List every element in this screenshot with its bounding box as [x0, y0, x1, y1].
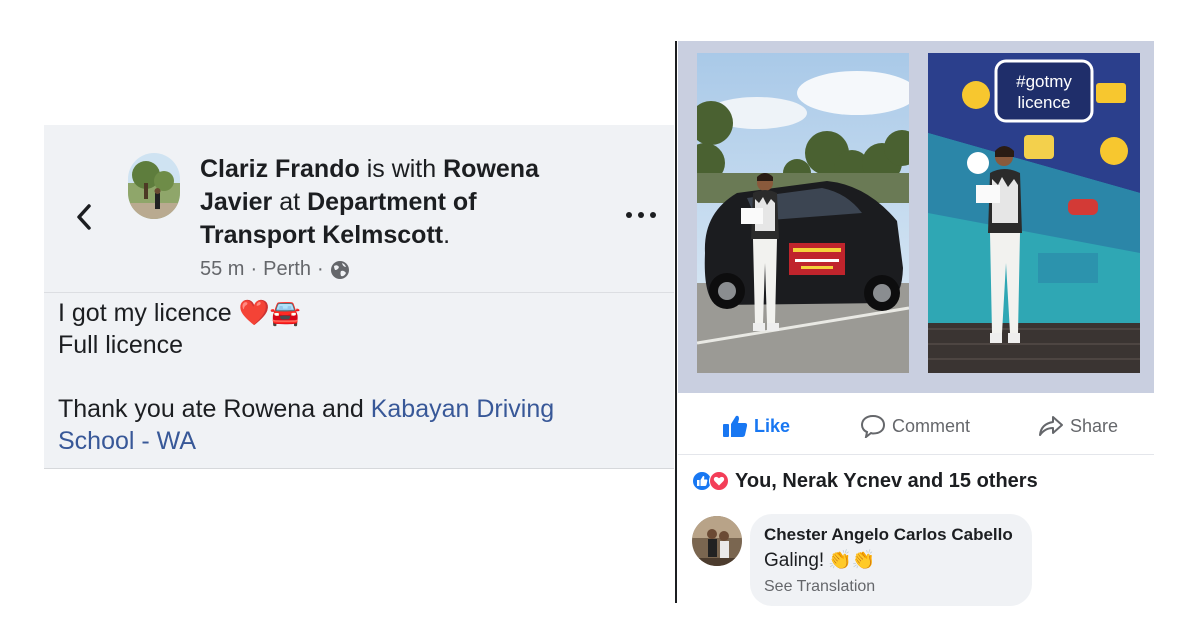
heart-car-emoji: ❤️🚘 [238, 299, 301, 327]
driving-school-link-line2[interactable]: School - WA [58, 425, 658, 457]
commenter-name[interactable]: Chester Angelo Carlos Cabello [764, 525, 1018, 545]
post-header: Clariz Frando is with Rowena Javier at D… [44, 125, 674, 293]
comment-button[interactable]: Comment [860, 413, 970, 439]
post-meta: 55 m · Perth · [200, 258, 350, 281]
comment-body: Galing! [764, 550, 825, 571]
more-dot [626, 212, 632, 218]
comment-text: Galing! 👏👏 [764, 547, 1018, 575]
photo-gotmylicence[interactable]: #gotmy licence [928, 53, 1140, 373]
author-name[interactable]: Clariz Frando [200, 155, 360, 183]
post-title: Clariz Frando is with Rowena Javier at D… [200, 153, 600, 252]
see-translation-link[interactable]: See Translation [764, 576, 1018, 598]
comment-label: Comment [892, 415, 971, 436]
post-time[interactable]: 55 m [200, 258, 244, 281]
sign-line2: licence [1018, 93, 1071, 112]
reactions-text: You, Nerak Ycnev and 15 others [735, 469, 1038, 492]
clapping-emoji: 👏👏 [828, 550, 876, 571]
post-panel: Clariz Frando is with Rowena Javier at D… [44, 125, 674, 469]
share-label: Share [1070, 415, 1119, 436]
author-avatar[interactable] [128, 153, 180, 219]
like-label: Like [754, 415, 791, 436]
meta-separator-2: · [316, 258, 324, 280]
comment-icon [860, 414, 886, 438]
body-line-3: Thank you ate Rowena and Kabayan Driving [58, 393, 658, 425]
title-period: . [443, 221, 451, 249]
driving-school-link[interactable]: Kabayan Driving [371, 395, 554, 423]
post-actions-bar: Like Comment Share [678, 393, 1154, 455]
more-dot [638, 212, 644, 218]
globe-icon [330, 260, 349, 279]
more-dot [650, 212, 656, 218]
thumbs-up-icon [723, 415, 748, 437]
meta-separator: · [250, 258, 258, 280]
tagged-last-name[interactable]: Javier [200, 188, 272, 216]
share-icon [1039, 416, 1063, 436]
panel-divider [675, 41, 677, 603]
thanks-text: Thank you ate Rowena and [58, 395, 371, 423]
post-body: I got my licence ❤️🚘 Full licence Thank … [58, 297, 658, 457]
sign-line1: #gotmy [1016, 72, 1072, 91]
love-reaction-icon [709, 471, 729, 491]
like-button[interactable]: Like [722, 413, 790, 439]
photo-grid: #gotmy licence [678, 41, 1154, 393]
body-blank-line [58, 361, 658, 393]
more-options-button[interactable] [626, 205, 656, 225]
place-name-line2[interactable]: Transport Kelmscott [200, 221, 443, 249]
reactions-summary[interactable]: You, Nerak Ycnev and 15 others [692, 468, 1038, 494]
at-word: at [279, 188, 301, 216]
commenter-avatar[interactable] [692, 516, 742, 566]
place-name-line1[interactable]: Department of [307, 188, 476, 216]
body-text-1: I got my licence [58, 299, 232, 327]
chevron-left-icon [77, 204, 91, 230]
post-location: Perth [263, 258, 311, 280]
body-line-2: Full licence [58, 331, 184, 359]
share-button[interactable]: Share [1038, 413, 1118, 439]
back-button[interactable] [72, 201, 96, 233]
body-line-1: I got my licence ❤️🚘 [58, 297, 658, 329]
photo-car[interactable] [697, 53, 909, 373]
with-word: is with [366, 155, 437, 183]
tagged-first-name[interactable]: Rowena [443, 155, 539, 183]
comment-bubble: Chester Angelo Carlos Cabello Galing! 👏👏… [750, 514, 1032, 606]
